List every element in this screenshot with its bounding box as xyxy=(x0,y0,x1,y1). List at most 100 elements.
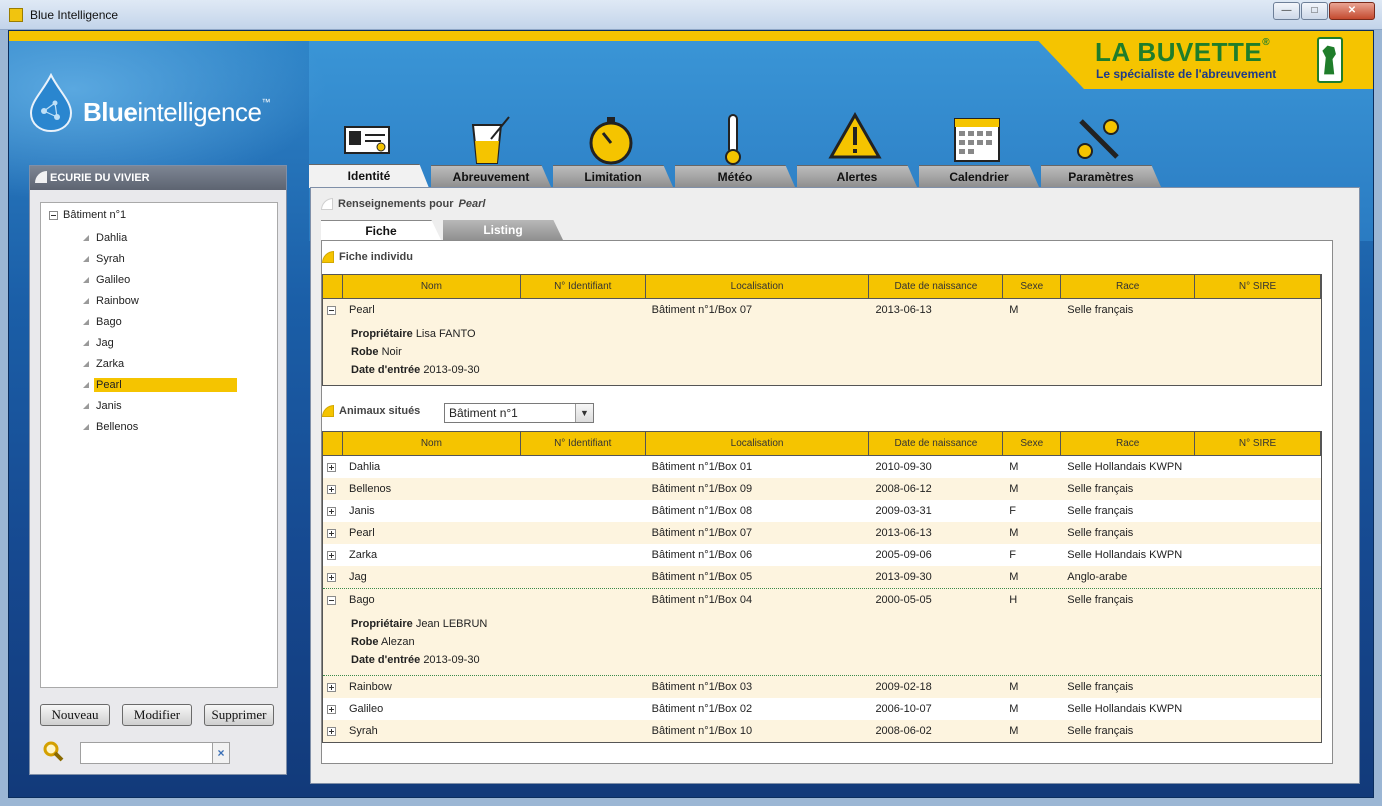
tree-item-bellenos[interactable]: Bellenos xyxy=(83,418,237,436)
cell-loc: Bâtiment n°1/Box 03 xyxy=(651,681,753,693)
table-row[interactable]: Dahlia Bâtiment n°1/Box 01 2010-09-30 M Sell… xyxy=(323,456,1321,478)
cell-sexe: F xyxy=(1009,505,1017,517)
cell-sexe: M xyxy=(1009,527,1019,539)
cell-loc: Bâtiment n°1/Box 05 xyxy=(651,571,753,583)
cell-loc: Bâtiment n°1/Box 08 xyxy=(651,505,753,517)
blue-intelligence-logo: Blueintelligence™ xyxy=(25,71,285,141)
table-row[interactable]: Syrah Bâtiment n°1/Box 10 2008-06-02 M Selle… xyxy=(323,720,1321,742)
drink-glass-icon[interactable] xyxy=(461,111,517,167)
thermometer-icon[interactable] xyxy=(705,111,761,167)
search-input[interactable] xyxy=(80,742,230,764)
fiche-grid: Nom N° Identifiant Localisation Date de … xyxy=(322,274,1322,386)
cell-loc: Bâtiment n°1/Box 06 xyxy=(651,549,753,561)
cell-birth: 2008-06-12 xyxy=(875,483,932,495)
table-row[interactable]: Pearl Bâtiment n°1/Box 07 2013-06-13 M Selle… xyxy=(323,522,1321,544)
tab-abreuvement[interactable]: Abreuvement xyxy=(431,165,551,187)
leaf-icon xyxy=(83,361,89,367)
tree-root[interactable]: Bâtiment n°1 xyxy=(49,209,126,221)
expand-icon[interactable] xyxy=(327,704,336,714)
tab-meteo[interactable]: Météo xyxy=(675,165,795,187)
maximize-button[interactable]: □ xyxy=(1301,2,1328,20)
cell-sexe: M xyxy=(1009,725,1019,737)
cell-nom: Bago xyxy=(348,594,375,606)
table-row[interactable]: Galileo Bâtiment n°1/Box 02 2006-10-07 M Sel… xyxy=(323,698,1321,720)
close-button[interactable]: ✕ xyxy=(1329,2,1375,20)
collapse-icon[interactable] xyxy=(49,210,58,220)
row-detail: Propriétaire Jean LEBRUN Robe Alezan Date … xyxy=(323,611,1321,675)
cell-nom: Janis xyxy=(348,505,375,517)
expand-icon[interactable] xyxy=(327,484,336,494)
cell-nom: Rainbow xyxy=(348,681,392,693)
stopwatch-icon[interactable] xyxy=(583,111,639,167)
tools-icon[interactable] xyxy=(1071,111,1127,167)
tab-alertes[interactable]: Alertes xyxy=(797,165,917,187)
tree-item-dahlia[interactable]: Dahlia xyxy=(83,229,237,247)
window-titlebar[interactable]: Blue Intelligence — □ ✕ xyxy=(0,0,1382,30)
tree-item-janis[interactable]: Janis xyxy=(83,397,237,415)
search-icon[interactable] xyxy=(42,740,64,762)
location-select[interactable]: Bâtiment n°1 ▼ xyxy=(444,403,594,423)
table-row[interactable]: Bago Bâtiment n°1/Box 04 2000-05-05 H Selle … xyxy=(323,589,1321,611)
table-row[interactable]: Jag Bâtiment n°1/Box 05 2013-09-30 M Anglo-a… xyxy=(323,566,1321,588)
leaf-icon xyxy=(83,424,89,430)
cell-race: Anglo-arabe xyxy=(1067,571,1128,583)
cell-loc: Bâtiment n°1/Box 02 xyxy=(651,703,753,715)
table-row[interactable]: Janis Bâtiment n°1/Box 08 2009-03-31 F Selle… xyxy=(323,500,1321,522)
tab-parametres[interactable]: Paramètres xyxy=(1041,165,1161,187)
cell-race: Selle Hollandais KWPN xyxy=(1067,703,1183,715)
tree-item-rainbow[interactable]: Rainbow xyxy=(83,292,237,310)
cell-loc: Bâtiment n°1/Box 09 xyxy=(651,483,753,495)
tree-item-galileo[interactable]: Galileo xyxy=(83,271,237,289)
expand-icon[interactable] xyxy=(327,550,336,560)
tree-item-pearl[interactable]: Pearl xyxy=(83,376,237,394)
warning-icon[interactable] xyxy=(827,111,883,167)
tab-calendrier[interactable]: Calendrier xyxy=(919,165,1039,187)
table-row[interactable]: Bellenos Bâtiment n°1/Box 09 2008-06-12 M Se… xyxy=(323,478,1321,500)
expand-icon[interactable] xyxy=(327,726,336,736)
expanded-row: Bago Bâtiment n°1/Box 04 2000-05-05 H Selle … xyxy=(323,588,1321,676)
edit-button[interactable]: Modifier xyxy=(122,704,192,726)
table-row[interactable]: Pearl Bâtiment n°1/Box 07 2013-06-13 M S… xyxy=(323,299,1321,321)
expand-icon[interactable] xyxy=(327,506,336,516)
new-button[interactable]: Nouveau xyxy=(40,704,110,726)
minimize-button[interactable]: — xyxy=(1273,2,1300,20)
leaf-icon xyxy=(83,340,89,346)
tab-identite[interactable]: Identité xyxy=(309,164,429,188)
leaf-icon xyxy=(83,235,89,241)
animals-grid: Nom N° Identifiant Localisation Date de … xyxy=(322,431,1322,743)
cell-birth: 2008-06-02 xyxy=(875,725,932,737)
delete-button[interactable]: Supprimer xyxy=(204,704,274,726)
expand-icon[interactable] xyxy=(327,528,336,538)
cell-sexe: M xyxy=(1009,571,1019,583)
tab-limitation[interactable]: Limitation xyxy=(553,165,673,187)
cell-loc: Bâtiment n°1/Box 04 xyxy=(651,594,753,606)
cell-race: Selle français xyxy=(1067,594,1134,606)
chevron-down-icon[interactable]: ▼ xyxy=(575,404,593,422)
calendar-icon[interactable] xyxy=(949,111,1005,167)
horse-tree[interactable]: Bâtiment n°1 Dahlia Syrah Galileo Rainbo… xyxy=(40,202,278,688)
water-drop-icon xyxy=(29,73,73,133)
panel-header: ECURIE DU VIVIER xyxy=(30,166,286,190)
cell-birth: 2000-05-05 xyxy=(875,594,932,606)
leaf-icon xyxy=(83,277,89,283)
expand-icon[interactable] xyxy=(327,462,336,472)
tree-item-zarka[interactable]: Zarka xyxy=(83,355,237,373)
cell-loc: Bâtiment n°1/Box 01 xyxy=(651,461,753,473)
cell-nom: Galileo xyxy=(348,703,384,715)
table-row[interactable]: Zarka Bâtiment n°1/Box 06 2005-09-06 F Selle… xyxy=(323,544,1321,566)
subtab-fiche[interactable]: Fiche xyxy=(321,220,441,240)
leaf-icon xyxy=(83,256,89,262)
expand-icon[interactable] xyxy=(327,682,336,692)
app-frame: Blueintelligence™ LA BUVETTE® Le spécial… xyxy=(8,30,1374,798)
tree-item-jag[interactable]: Jag xyxy=(83,334,237,352)
subtab-listing[interactable]: Listing xyxy=(443,220,563,240)
expand-icon[interactable] xyxy=(327,572,336,582)
clear-search-button[interactable]: × xyxy=(212,742,230,764)
tree-item-bago[interactable]: Bago xyxy=(83,313,237,331)
collapse-icon[interactable] xyxy=(327,305,336,315)
tree-item-syrah[interactable]: Syrah xyxy=(83,250,237,268)
table-row[interactable]: Rainbow Bâtiment n°1/Box 03 2009-02-18 M Sel… xyxy=(323,676,1321,698)
collapse-icon[interactable] xyxy=(327,595,336,605)
id-card-icon[interactable] xyxy=(339,111,395,167)
grid-header: Nom N° Identifiant Localisation Date de … xyxy=(323,432,1321,456)
